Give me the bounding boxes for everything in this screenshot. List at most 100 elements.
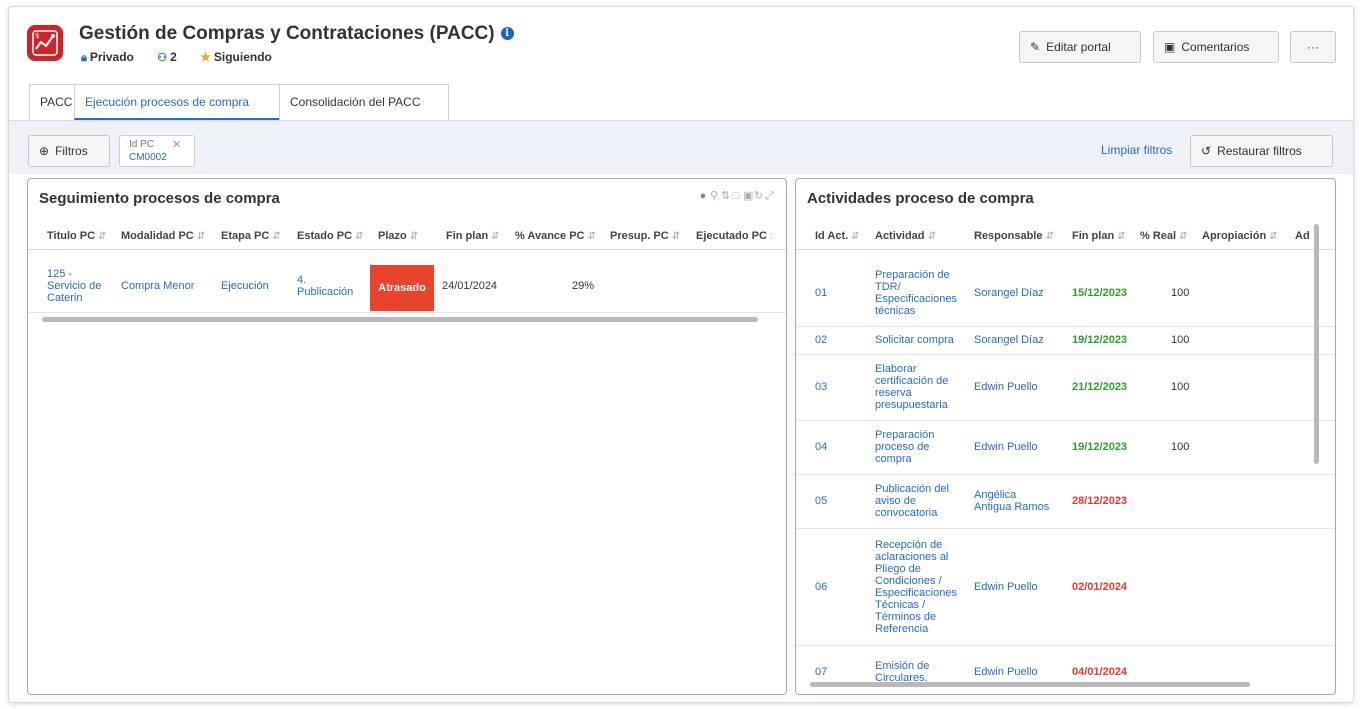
responsable-cell[interactable]: Edwin Puello (974, 441, 1038, 453)
edit-portal-button[interactable]: ✎ Editar portal (1019, 31, 1141, 63)
info-icon[interactable]: i (500, 27, 514, 41)
col-fin-plan[interactable]: Fin plan ⇵ (1072, 230, 1126, 242)
real-cell: 100 (1171, 334, 1190, 346)
col-label: Plazo (378, 230, 407, 242)
comments-button[interactable]: ▣ Comentarios (1153, 31, 1279, 63)
actividad-cell[interactable]: Preparación proceso de compra (875, 429, 967, 465)
id-act-cell[interactable]: 07 (815, 666, 827, 678)
responsable-cell[interactable]: Angélica Antigua Ramos (974, 489, 1049, 513)
actividad-cell[interactable]: Emisión de Circulares, (875, 660, 967, 684)
col-etapa[interactable]: Etapa PC ⇵ (221, 230, 281, 242)
col-responsable[interactable]: Responsable ⇵ (974, 230, 1054, 242)
col-presupuesto[interactable]: Presup. PC ⇵ (610, 230, 680, 242)
tab-pacc[interactable]: PACC (29, 84, 75, 120)
fin-plan-cell: 19/12/2023 (1072, 441, 1128, 453)
col-apropiacion[interactable]: Apropiación ⇵ (1202, 230, 1278, 242)
col-label: Titulo PC (47, 230, 96, 242)
info-icon[interactable]: ● (699, 190, 710, 202)
portal-meta: 🔒︎ Privado ⚇ 2 ★ Siguiendo (81, 50, 292, 65)
col-fin-plan[interactable]: Fin plan ⇵ (446, 230, 500, 242)
expand-icon[interactable]: ⤢ (765, 190, 776, 203)
actividad-line: aclaraciones al (875, 550, 949, 563)
col-actividad[interactable]: Actividad ⇵ (875, 230, 936, 242)
col-estado[interactable]: Estado PC ⇵ (297, 230, 363, 242)
actividad-line: Pliego de (875, 562, 921, 575)
more-options-button[interactable]: ··· (1290, 31, 1336, 63)
clear-filters-link[interactable]: Limpiar filtros (1101, 143, 1172, 157)
refresh-icon[interactable]: ↻ (754, 189, 765, 202)
purchase-tracking-panel: Seguimiento procesos de compra ●⚲⇅□▣↻⤢ T… (27, 178, 787, 695)
id-act-cell[interactable]: 02 (815, 334, 827, 346)
col-ejecutado[interactable]: Ejecutado PC : (696, 230, 773, 242)
page-title-text: Gestión de Compras y Contrataciones (PAC… (79, 23, 495, 44)
estado-line: 4. (297, 274, 307, 286)
responsable-cell[interactable]: Edwin Puello (974, 381, 1038, 393)
sort-icon: ⇵ (196, 231, 206, 242)
col-avance[interactable]: % Avance PC ⇵ (515, 230, 596, 242)
panel-title: Seguimiento procesos de compra (39, 190, 280, 207)
comment-icon[interactable]: ▣ (743, 189, 754, 202)
horizontal-scrollbar[interactable] (42, 317, 758, 322)
tab-ejecucion[interactable]: Ejecución procesos de compra (74, 84, 280, 120)
col-plazo[interactable]: Plazo ⇵ (378, 230, 418, 242)
actividad-cell[interactable]: Solicitar compra (875, 334, 967, 346)
filters-button[interactable]: ⊕ Filtros (28, 135, 110, 167)
etapa-cell[interactable]: Ejecución (221, 280, 269, 292)
col-label: % Avance PC (515, 230, 585, 242)
responsable-cell[interactable]: Sorangel Díaz (974, 334, 1044, 346)
responsable-line: Sorangel Díaz (974, 287, 1044, 299)
members-count[interactable]: ⚇ 2 (157, 50, 177, 64)
following-toggle[interactable]: ★ Siguiendo (200, 50, 272, 64)
filters-label: Filtros (55, 144, 88, 158)
titulo-cell[interactable]: 125 - Servicio de Caterin (47, 268, 101, 304)
actividad-line: Preparación de (875, 269, 950, 281)
search-icon[interactable]: ⚲ (710, 189, 721, 202)
vertical-scrollbar[interactable] (1314, 224, 1319, 464)
actividad-cell[interactable]: Preparación de TDR/Especificaciones técnic… (875, 269, 967, 317)
titulo-line: 125 - (47, 268, 73, 280)
col-real[interactable]: % Real ⇵ (1140, 230, 1188, 242)
actividad-line: reserva (875, 387, 912, 399)
filter-chip-id-pc[interactable]: Id PC ✕ CM0002 (119, 135, 195, 167)
actividad-cell[interactable]: Publicación del aviso de convocatoria (875, 483, 967, 519)
id-act-cell[interactable]: 01 (815, 287, 827, 299)
col-id-act[interactable]: Id Act. ⇵ (815, 230, 860, 242)
id-act-cell[interactable]: 03 (815, 381, 827, 393)
id-act-cell[interactable]: 06 (815, 581, 827, 593)
actividad-line: aviso de (875, 495, 916, 507)
portal-header: $ Gestión de Compras y Contrataciones (P… (9, 7, 1353, 85)
actividad-line: Emisión de (875, 660, 930, 672)
fin-plan-cell: 02/01/2024 (1072, 580, 1128, 593)
col-label: Responsable (974, 230, 1043, 242)
actividad-cell[interactable]: Recepción de aclaraciones al Pliego de Cond… (875, 539, 967, 635)
estado-cell[interactable]: 4. Publicación (297, 274, 353, 298)
close-icon[interactable]: ✕ (172, 138, 181, 151)
export-icon[interactable]: □ (732, 190, 743, 202)
sort-icon[interactable]: ⇅ (721, 189, 732, 202)
row-divider (796, 528, 1335, 529)
actividad-cell[interactable]: Elaborar certificación de reserva presupues… (875, 363, 967, 411)
id-act-cell[interactable]: 04 (815, 441, 827, 453)
responsable-cell[interactable]: Sorangel Díaz (974, 287, 1044, 299)
id-act-cell[interactable]: 05 (815, 495, 827, 507)
row-divider (796, 354, 1335, 355)
members-text: 2 (170, 50, 177, 64)
responsable-cell[interactable]: Edwin Puello (974, 581, 1038, 593)
restore-filters-button[interactable]: ↺ Restaurar filtros (1190, 135, 1333, 167)
col-modalidad[interactable]: Modalidad PC ⇵ (121, 230, 205, 242)
modalidad-cell[interactable]: Compra Menor (121, 280, 194, 292)
col-label: Fin plan (1072, 230, 1115, 242)
visibility-badge: 🔒︎ Privado (81, 50, 134, 64)
real-cell: 100 (1171, 287, 1190, 299)
col-label: % Real (1140, 230, 1177, 242)
responsable-cell[interactable]: Edwin Puello (974, 666, 1038, 678)
col-label: Apropiación (1202, 230, 1267, 242)
responsable-line: Edwin Puello (974, 441, 1038, 453)
col-titulo[interactable]: Titulo PC ⇵ (47, 230, 107, 242)
col-ad[interactable]: Ad (1295, 230, 1310, 242)
sort-icon: ⇵ (1117, 231, 1126, 242)
tab-consolidacion[interactable]: Consolidación del PACC (279, 84, 449, 120)
actividad-line: Técnicas / (875, 598, 926, 611)
actividad-line: convocatoria (875, 507, 938, 519)
horizontal-scrollbar[interactable] (810, 682, 1250, 687)
